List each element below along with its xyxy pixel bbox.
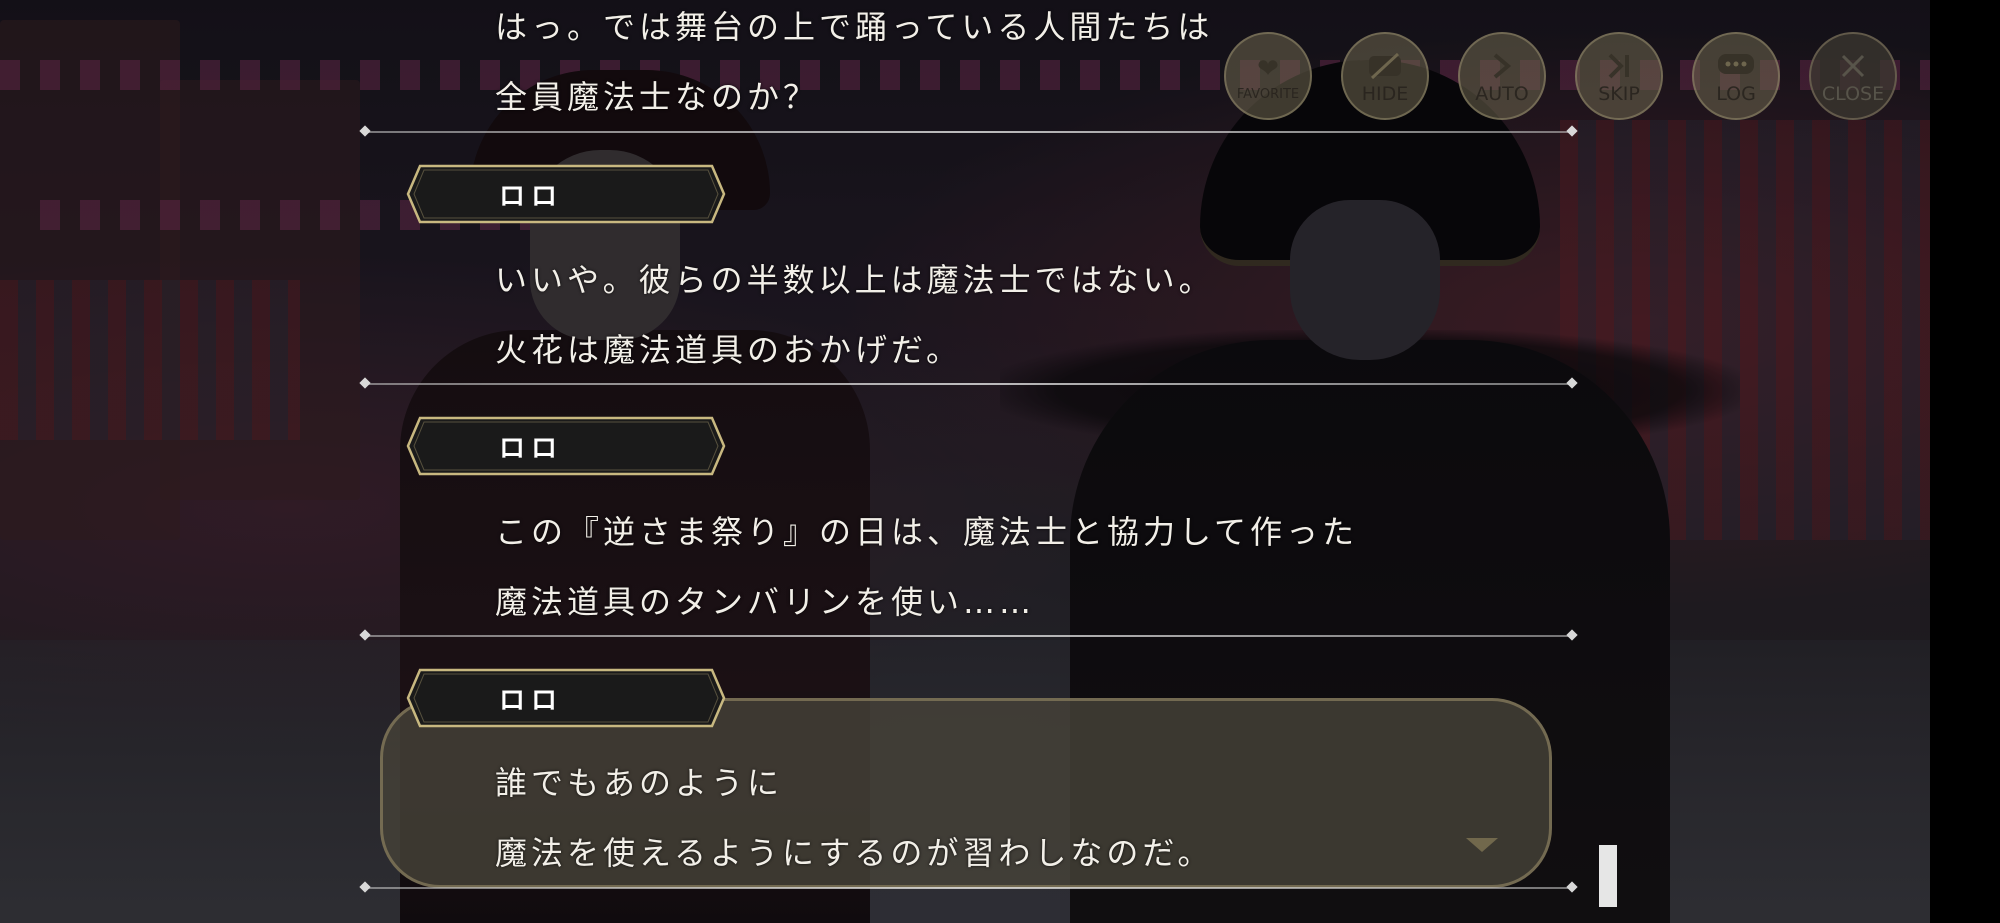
speaker-name: ロロ bbox=[498, 685, 563, 716]
close-icon bbox=[1839, 49, 1867, 83]
log-line: 火花は魔法道具のおかげだ。 bbox=[495, 331, 963, 369]
log-divider bbox=[365, 887, 1572, 889]
log-line: 魔法を使えるようにするのが習わしなのだ。 bbox=[495, 834, 1214, 872]
log-label: LOG bbox=[1716, 82, 1756, 105]
continue-arrow-icon bbox=[1466, 838, 1498, 852]
log-scrollbar-thumb[interactable] bbox=[1599, 845, 1617, 907]
auto-label: AUTO bbox=[1475, 82, 1529, 105]
skip-icon bbox=[1605, 49, 1633, 83]
close-button[interactable]: CLOSE bbox=[1809, 32, 1897, 120]
skip-button[interactable]: SKIP bbox=[1575, 32, 1663, 120]
favorite-button[interactable]: ❤ FAVORITE bbox=[1224, 32, 1312, 120]
log-divider bbox=[365, 383, 1572, 385]
speaker-nameplate: ロロ bbox=[406, 668, 726, 728]
log-button[interactable]: LOG bbox=[1692, 32, 1780, 120]
log-line: いいや。彼らの半数以上は魔法士ではない。 bbox=[495, 261, 1215, 299]
chevron-right-icon bbox=[1490, 49, 1514, 83]
hide-label: HIDE bbox=[1361, 82, 1409, 105]
log-line: 誰でもあのように bbox=[495, 764, 784, 802]
close-label: CLOSE bbox=[1821, 82, 1885, 105]
log-line: 全員魔法士なのか？ bbox=[495, 78, 820, 116]
log-line: この『逆さま祭り』の日は、魔法士と協力して作った bbox=[495, 513, 1359, 551]
auto-button[interactable]: AUTO bbox=[1458, 32, 1546, 120]
log-divider bbox=[365, 635, 1572, 637]
chat-bubble-icon bbox=[1716, 49, 1756, 83]
hide-icon bbox=[1366, 49, 1404, 83]
screen-edge bbox=[1930, 0, 2000, 923]
log-line: 魔法道具のタンバリンを使い…… bbox=[495, 583, 1036, 621]
log-divider bbox=[365, 131, 1572, 133]
game-screen: ❤ FAVORITE HIDE AUTO SKIP LOG CLOSE はっ。で… bbox=[0, 0, 2000, 923]
heart-icon: ❤ bbox=[1257, 53, 1279, 84]
log-line: はっ。では舞台の上で踊っている人間たちは bbox=[495, 8, 1214, 46]
speaker-nameplate: ロロ bbox=[406, 164, 726, 224]
favorite-label: FAVORITE bbox=[1236, 86, 1300, 102]
skip-label: SKIP bbox=[1598, 82, 1640, 105]
speaker-name: ロロ bbox=[498, 433, 563, 464]
hide-button[interactable]: HIDE bbox=[1341, 32, 1429, 120]
speaker-nameplate: ロロ bbox=[406, 416, 726, 476]
speaker-name: ロロ bbox=[498, 181, 563, 212]
